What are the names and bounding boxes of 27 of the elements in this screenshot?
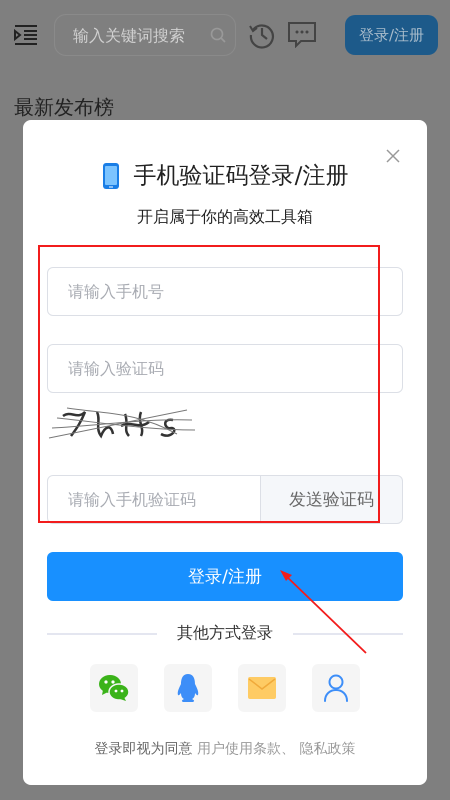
divider-label: 其他方式登录 [177, 623, 273, 644]
search-field[interactable]: 输入关键词搜索 [54, 14, 236, 56]
login-method-button[interactable] [238, 664, 286, 712]
input-field[interactable]: 请输入手机验证码 [47, 475, 261, 524]
chat-bubbles-icon [98, 674, 130, 702]
input-field[interactable]: 请输入验证码 [47, 344, 403, 393]
login-button[interactable]: 登录/注册 [47, 552, 403, 601]
login-method-button[interactable] [164, 664, 212, 712]
send-code-button[interactable]: 发送验证码 [261, 475, 403, 524]
phone-icon [102, 162, 120, 190]
input-field[interactable]: 请输入手机号 [47, 267, 403, 316]
search-icon[interactable] [210, 27, 226, 43]
login-method-button[interactable] [312, 664, 360, 712]
dialog-title: 手机验证码登录/注册 [134, 162, 348, 191]
policy-link[interactable]: 隐私政策 [299, 741, 356, 757]
policy-link[interactable]: 用户使用条款、 [197, 741, 295, 757]
message-icon[interactable] [288, 22, 316, 48]
close-icon[interactable] [386, 149, 400, 163]
agreement-text: 登录即视为同意 用户使用条款、 隐私政策 [94, 740, 356, 758]
mail-icon [248, 677, 276, 699]
menu-icon[interactable] [14, 24, 38, 46]
login-method-button[interactable] [90, 664, 138, 712]
dialog-subtitle: 开启属于你的高效工具箱 [136, 207, 314, 228]
login-button[interactable]: 登录/注册 [344, 15, 438, 55]
person-icon [323, 674, 349, 702]
section-title: 最新发布榜 [14, 94, 114, 121]
penguin-icon [176, 673, 200, 703]
